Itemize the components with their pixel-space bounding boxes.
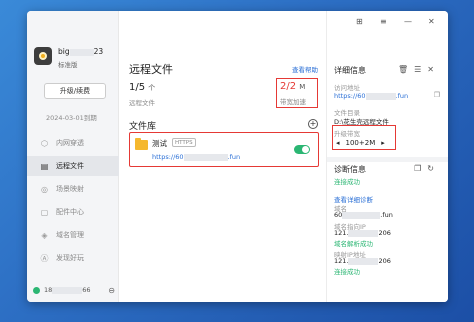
sidebar-item-intranet[interactable]: ⬡ 内网穿透 bbox=[27, 133, 119, 153]
folder-icon bbox=[135, 138, 148, 150]
files-count: 1/5 个 bbox=[129, 82, 156, 93]
main-panel: 远程文件 查看帮助 1/5 个 远程文件 2/2 M 带宽加速 文件库 + 测试… bbox=[119, 11, 327, 302]
grid-icon[interactable]: ⊞ bbox=[356, 17, 363, 26]
domain-value: 60x.fun bbox=[334, 211, 393, 219]
decrease-icon[interactable]: ◂ bbox=[336, 139, 340, 147]
detail-title: 详细信息 bbox=[334, 66, 366, 75]
zoom-icon[interactable]: ⊖ bbox=[108, 286, 115, 295]
library-item-name: 测试 bbox=[152, 139, 167, 148]
diag-status: 连接成功 bbox=[334, 178, 360, 186]
minimize-icon[interactable]: — bbox=[404, 17, 412, 26]
library-item-url[interactable]: https://60x.fun bbox=[152, 153, 240, 161]
bandwidth-label: 带宽加速 bbox=[280, 98, 306, 106]
sidebar-item-scene[interactable]: ◎ 场景映射 bbox=[27, 179, 119, 199]
refresh-icon[interactable]: ↻ bbox=[427, 164, 440, 173]
copy-icon[interactable]: ❐ bbox=[414, 164, 427, 173]
help-link[interactable]: 查看帮助 bbox=[292, 64, 318, 74]
files-count-label: 远程文件 bbox=[129, 99, 155, 107]
upgrade-button[interactable]: 升级/续费 bbox=[44, 83, 106, 99]
map-ip: 121.x206 bbox=[334, 257, 391, 265]
add-library-icon[interactable]: + bbox=[308, 119, 318, 129]
sidebar-item-accessory[interactable]: ▢ 配件中心 bbox=[27, 202, 119, 222]
accessory-icon: ▢ bbox=[40, 207, 49, 217]
discover-icon: Ⓐ bbox=[40, 253, 49, 263]
scene-icon: ◎ bbox=[41, 184, 48, 194]
app-window: bigx23 标准版 升级/续费 2024-03-01到期 ⬡ 内网穿透 ▤ 远… bbox=[27, 11, 448, 302]
library-toggle[interactable] bbox=[294, 145, 310, 154]
delete-icon[interactable]: 🗑 bbox=[398, 65, 414, 74]
bandwidth-value: 100+2M bbox=[345, 139, 376, 147]
status-dot bbox=[33, 286, 40, 294]
sidebar-item-discover[interactable]: Ⓐ 发现好玩 bbox=[27, 248, 119, 268]
app-logo bbox=[34, 47, 52, 65]
detail-actions: 🗑☰✕ bbox=[398, 65, 440, 74]
page-title: 远程文件 bbox=[129, 63, 173, 76]
device-id: 18x66 bbox=[44, 286, 91, 294]
copy-icon[interactable]: ❐ bbox=[434, 91, 440, 99]
menu-icon[interactable]: ≡ bbox=[380, 17, 387, 26]
settings-icon[interactable]: ☰ bbox=[414, 65, 427, 74]
access-url[interactable]: https://60x.fun bbox=[334, 92, 408, 100]
expire-date: 2024-03-01到期 bbox=[46, 114, 97, 122]
sidebar-footer: 18x66 ⊖ bbox=[33, 284, 115, 296]
bandwidth-stepper[interactable]: ◂ 100+2M ▸ bbox=[336, 139, 385, 147]
resolve-ip: 121.x206 bbox=[334, 229, 391, 237]
close-panel-icon[interactable]: ✕ bbox=[427, 65, 440, 74]
sidebar-item-domain[interactable]: ◈ 域名管理 bbox=[27, 225, 119, 245]
library-title: 文件库 bbox=[129, 122, 157, 132]
user-name: bigx23 bbox=[58, 47, 104, 56]
diag-actions: ❐↻ bbox=[414, 164, 440, 173]
divider bbox=[327, 157, 448, 162]
resolve-status: 域名解析成功 bbox=[334, 240, 373, 248]
close-icon[interactable]: ✕ bbox=[428, 17, 435, 26]
sidebar-item-remote-files[interactable]: ▤ 远程文件 bbox=[27, 156, 119, 176]
sidebar: bigx23 标准版 升级/续费 2024-03-01到期 ⬡ 内网穿透 ▤ 远… bbox=[27, 11, 119, 302]
access-label: 访问地址 bbox=[334, 84, 360, 92]
bandwidth-label: 升级带宽 bbox=[334, 130, 360, 138]
folder-icon: ▤ bbox=[40, 161, 49, 171]
increase-icon[interactable]: ▸ bbox=[381, 139, 385, 147]
map-status: 连接成功 bbox=[334, 268, 360, 276]
library-item[interactable]: 测试 HTTPS https://60x.fun bbox=[129, 132, 319, 167]
https-badge: HTTPS bbox=[172, 138, 196, 147]
detail-panel: ⊞ ≡ — ✕ 详细信息 🗑☰✕ 访问地址 https://60x.fun ❐ … bbox=[327, 11, 448, 302]
diag-title: 诊断信息 bbox=[334, 165, 366, 174]
user-edition: 标准版 bbox=[58, 61, 78, 69]
bandwidth-count: 2/2 M bbox=[280, 81, 306, 92]
domain-icon: ◈ bbox=[41, 230, 48, 240]
globe-icon: ⬡ bbox=[41, 138, 48, 148]
